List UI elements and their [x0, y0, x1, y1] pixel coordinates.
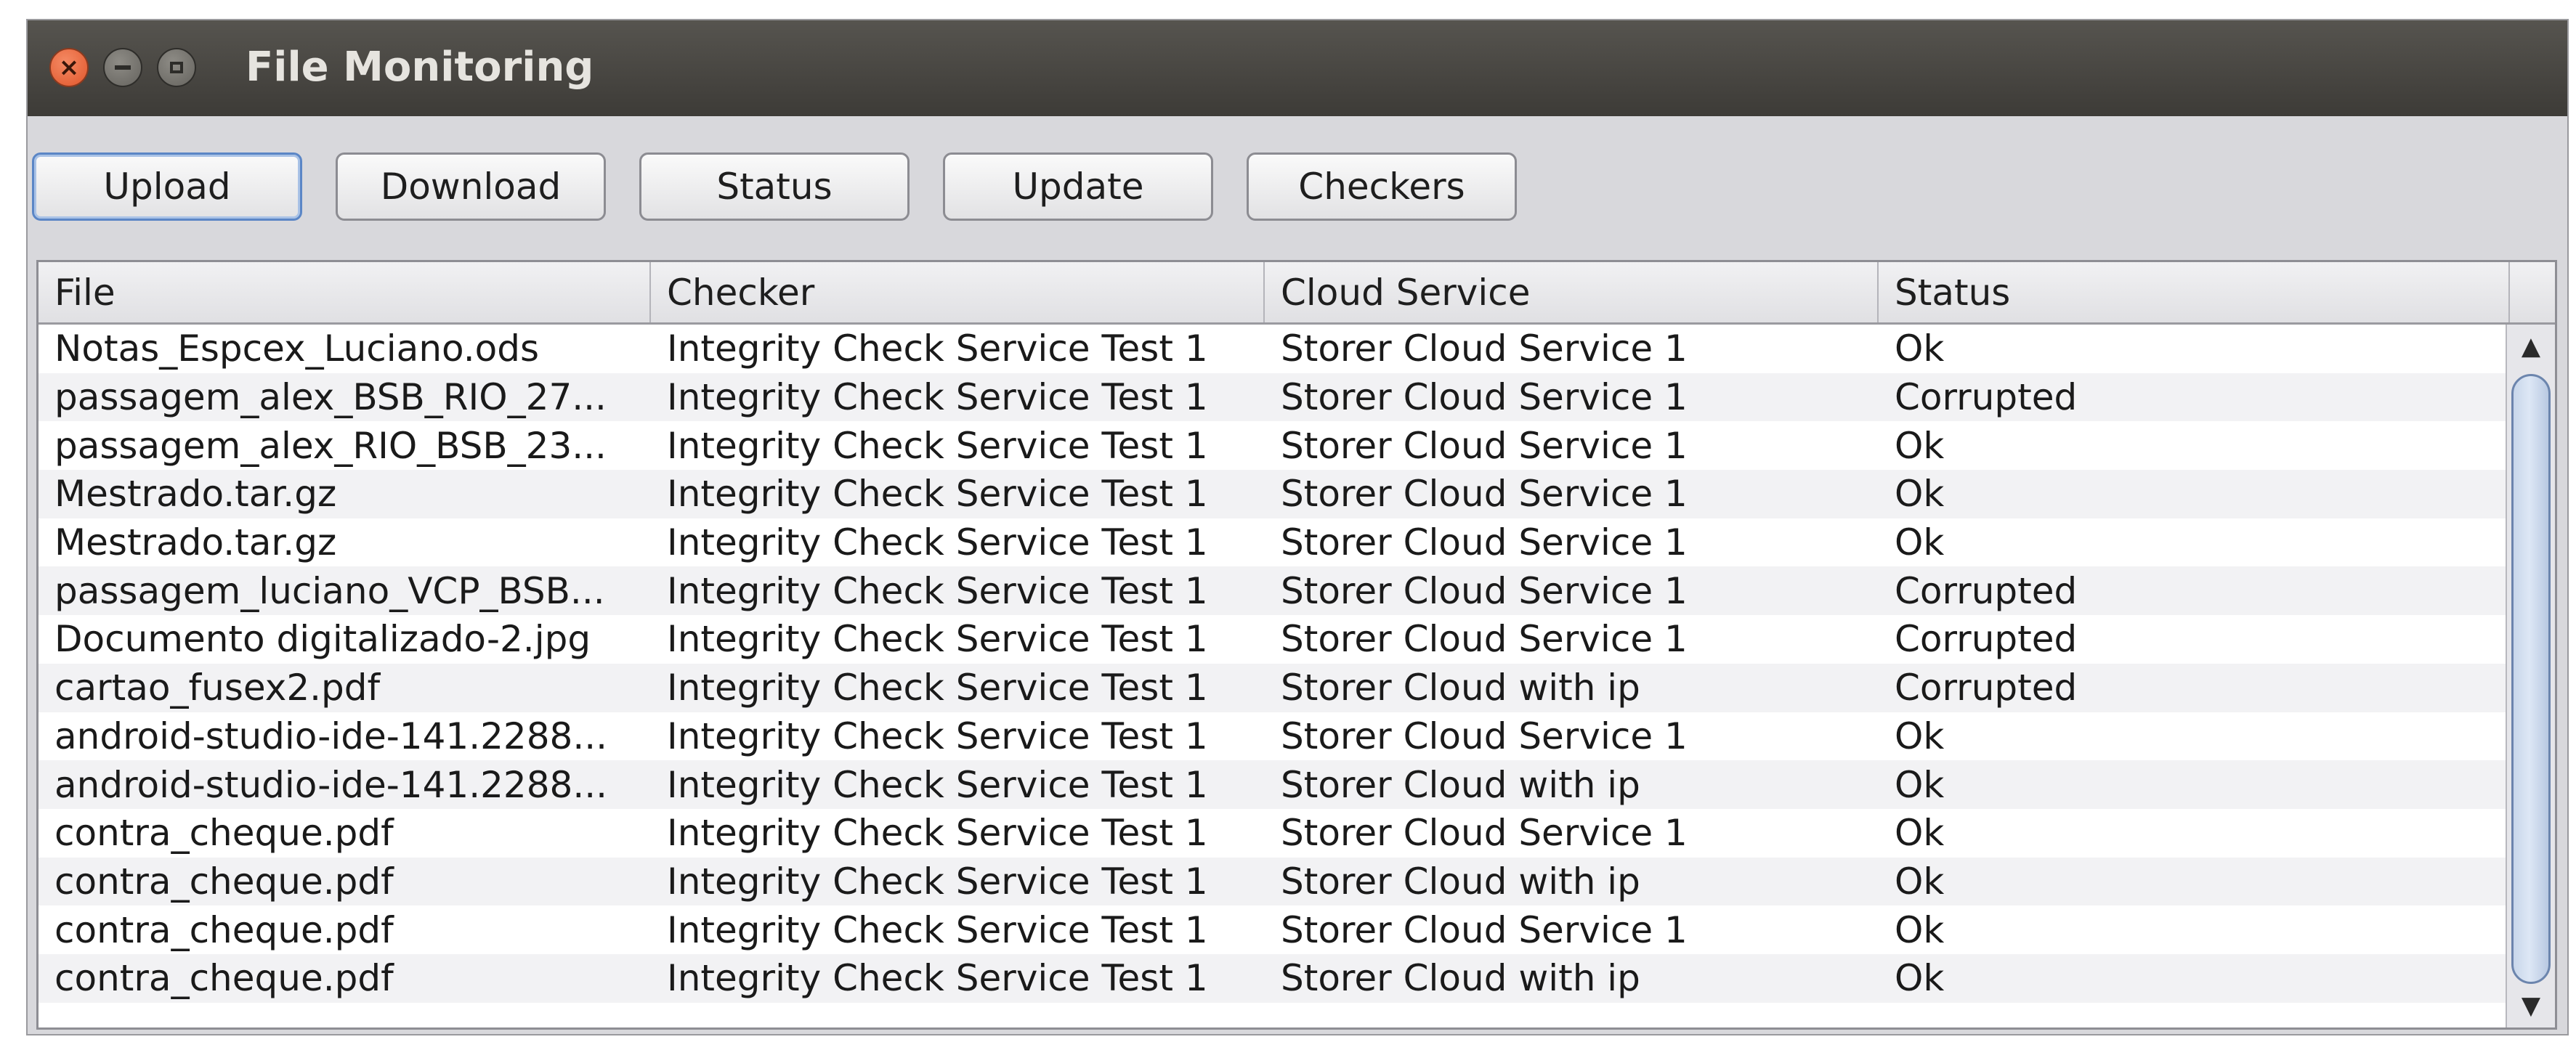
- table-row[interactable]: passagem_alex_RIO_BSB_23... Integrity Che…: [39, 421, 2506, 470]
- cell-file: Mestrado.tar.gz: [54, 521, 337, 564]
- cell-checker: Integrity Check Service Test 1: [667, 667, 1208, 709]
- table-row[interactable]: Mestrado.tar.gz Integrity Check Service T…: [39, 470, 2506, 518]
- column-header-checker[interactable]: Checker: [651, 262, 1265, 322]
- toolbar: Upload Download Status Update Checkers: [28, 137, 2567, 221]
- cell-checker: Integrity Check Service Test 1: [667, 327, 1208, 370]
- close-window-button[interactable]: ×: [49, 48, 89, 87]
- scrollbar-thumb[interactable]: [2511, 374, 2551, 984]
- cell-file: contra_cheque.pdf: [54, 957, 394, 1000]
- cell-file: passagem_luciano_VCP_BSB...: [54, 569, 605, 612]
- cell-checker: Integrity Check Service Test 1: [667, 763, 1208, 806]
- table-header: File Checker Cloud Service Status: [39, 262, 2555, 325]
- cell-checker: Integrity Check Service Test 1: [667, 957, 1208, 1000]
- cell-checker: Integrity Check Service Test 1: [667, 908, 1208, 951]
- cell-cloud-service: Storer Cloud Service 1: [1281, 908, 1688, 951]
- table-row[interactable]: Mestrado.tar.gz Integrity Check Service T…: [39, 518, 2506, 567]
- cell-cloud-service: Storer Cloud with ip: [1281, 667, 1640, 709]
- cell-file: contra_cheque.pdf: [54, 908, 394, 951]
- cell-cloud-service: Storer Cloud with ip: [1281, 763, 1640, 806]
- column-header-file[interactable]: File: [39, 262, 651, 322]
- scroll-down-button[interactable]: ▼: [2507, 984, 2555, 1027]
- cell-status: Ok: [1895, 521, 1945, 564]
- cell-checker: Integrity Check Service Test 1: [667, 618, 1208, 661]
- cell-cloud-service: Storer Cloud Service 1: [1281, 424, 1688, 467]
- minimize-icon: [115, 65, 131, 70]
- cell-file: android-studio-ide-141.2288...: [54, 715, 608, 757]
- cell-checker: Integrity Check Service Test 1: [667, 812, 1208, 855]
- cell-checker: Integrity Check Service Test 1: [667, 715, 1208, 757]
- cell-file: cartao_fusex2.pdf: [54, 667, 381, 709]
- cell-cloud-service: Storer Cloud Service 1: [1281, 376, 1688, 419]
- maximize-window-button[interactable]: [157, 48, 196, 87]
- minimize-window-button[interactable]: [103, 48, 142, 87]
- cell-cloud-service: Storer Cloud Service 1: [1281, 618, 1688, 661]
- table-row[interactable]: passagem_alex_BSB_RIO_27... Integrity Che…: [39, 373, 2506, 422]
- header-corner: [2506, 262, 2555, 322]
- cell-status: Ok: [1895, 763, 1945, 806]
- cell-file: passagem_alex_BSB_RIO_27...: [54, 376, 607, 419]
- cell-file: Documento digitalizado-2.jpg: [54, 618, 591, 661]
- cell-status: Ok: [1895, 327, 1945, 370]
- file-monitoring-window: × File Monitoring Upload Download Status…: [26, 19, 2569, 1035]
- cell-file: passagem_alex_RIO_BSB_23...: [54, 424, 607, 467]
- cell-status: Ok: [1895, 812, 1945, 855]
- cell-status: Ok: [1895, 860, 1945, 903]
- cell-cloud-service: Storer Cloud Service 1: [1281, 812, 1688, 855]
- table-row[interactable]: contra_cheque.pdf Integrity Check Service…: [39, 905, 2506, 954]
- table-row[interactable]: passagem_luciano_VCP_BSB... Integrity Che…: [39, 566, 2506, 616]
- cell-status: Corrupted: [1895, 667, 2078, 709]
- column-header-cloud-service[interactable]: Cloud Service: [1265, 262, 1879, 322]
- table-row[interactable]: cartao_fusex2.pdf Integrity Check Service…: [39, 663, 2506, 712]
- upload-button[interactable]: Upload: [32, 152, 302, 221]
- cell-status: Ok: [1895, 957, 1945, 1000]
- title-bar: × File Monitoring: [28, 20, 2567, 116]
- arrow-down-icon: ▼: [2521, 991, 2541, 1020]
- cell-status: Ok: [1895, 473, 1945, 516]
- close-icon: ×: [58, 53, 80, 82]
- checkers-button[interactable]: Checkers: [1247, 152, 1517, 221]
- cell-cloud-service: Storer Cloud Service 1: [1281, 715, 1688, 757]
- download-button[interactable]: Download: [336, 152, 606, 221]
- cell-checker: Integrity Check Service Test 1: [667, 521, 1208, 564]
- cell-status: Ok: [1895, 908, 1945, 951]
- cell-file: contra_cheque.pdf: [54, 860, 394, 903]
- cell-file: Mestrado.tar.gz: [54, 473, 337, 516]
- cell-file: android-studio-ide-141.2288...: [54, 763, 608, 806]
- cell-checker: Integrity Check Service Test 1: [667, 376, 1208, 419]
- cell-status: Corrupted: [1895, 376, 2078, 419]
- status-button[interactable]: Status: [639, 152, 910, 221]
- table-row[interactable]: contra_cheque.pdf Integrity Check Service…: [39, 857, 2506, 906]
- window-title: File Monitoring: [246, 44, 594, 91]
- cell-status: Ok: [1895, 715, 1945, 757]
- update-button[interactable]: Update: [943, 152, 1213, 221]
- cell-cloud-service: Storer Cloud with ip: [1281, 860, 1640, 903]
- cell-status: Ok: [1895, 424, 1945, 467]
- cell-file: contra_cheque.pdf: [54, 812, 394, 855]
- table-row[interactable]: contra_cheque.pdf Integrity Check Service…: [39, 809, 2506, 858]
- cell-status: Corrupted: [1895, 618, 2078, 661]
- maximize-icon: [170, 62, 183, 73]
- cell-checker: Integrity Check Service Test 1: [667, 569, 1208, 612]
- table-row[interactable]: android-studio-ide-141.2288... Integrity …: [39, 712, 2506, 761]
- cell-checker: Integrity Check Service Test 1: [667, 860, 1208, 903]
- cell-file: Notas_Espcex_Luciano.ods: [54, 327, 539, 370]
- table-row[interactable]: contra_cheque.pdf Integrity Check Service…: [39, 953, 2506, 1003]
- cell-cloud-service: Storer Cloud Service 1: [1281, 327, 1688, 370]
- vertical-scrollbar[interactable]: ▲ ▼: [2506, 325, 2555, 1027]
- cell-cloud-service: Storer Cloud Service 1: [1281, 569, 1688, 612]
- table-row[interactable]: Notas_Espcex_Luciano.ods Integrity Check …: [39, 325, 2506, 373]
- cell-checker: Integrity Check Service Test 1: [667, 473, 1208, 516]
- cell-checker: Integrity Check Service Test 1: [667, 424, 1208, 467]
- arrow-up-icon: ▲: [2521, 332, 2541, 361]
- table-row[interactable]: android-studio-ide-141.2288... Integrity …: [39, 760, 2506, 809]
- scroll-up-button[interactable]: ▲: [2507, 325, 2555, 368]
- monitoring-table: File Checker Cloud Service Status Notas_…: [36, 260, 2557, 1030]
- cell-cloud-service: Storer Cloud Service 1: [1281, 521, 1688, 564]
- cell-status: Corrupted: [1895, 569, 2078, 612]
- table-row[interactable]: Documento digitalizado-2.jpg Integrity Ch…: [39, 615, 2506, 664]
- cell-cloud-service: Storer Cloud Service 1: [1281, 473, 1688, 516]
- cell-cloud-service: Storer Cloud with ip: [1281, 957, 1640, 1000]
- column-header-status[interactable]: Status: [1879, 262, 2510, 322]
- table-body: Notas_Espcex_Luciano.ods Integrity Check …: [39, 325, 2506, 1027]
